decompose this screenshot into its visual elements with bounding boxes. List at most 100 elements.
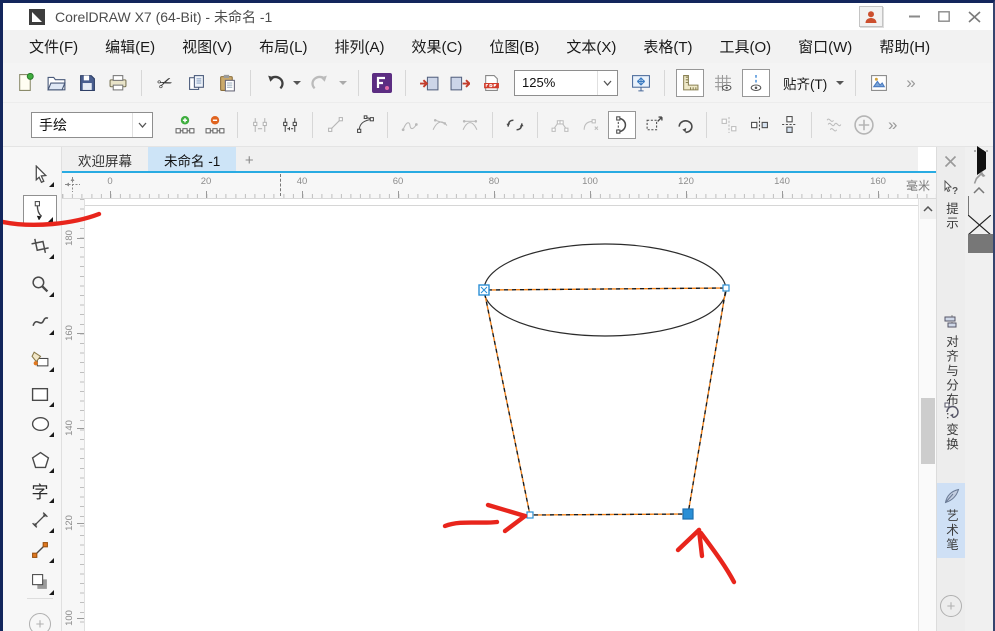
ruler-origin-icon[interactable] <box>65 177 80 192</box>
menu-bitmaps[interactable]: 位图(B) <box>489 36 539 57</box>
connector-tool[interactable] <box>23 535 57 565</box>
shape-tool[interactable] <box>23 195 57 225</box>
tab-welcome-screen[interactable]: 欢迎屏幕 <box>62 147 148 173</box>
open-icon[interactable] <box>44 71 68 95</box>
elastic-mode-icon[interactable] <box>822 113 846 137</box>
select-all-nodes-icon[interactable] <box>852 113 876 137</box>
rectangle-tool[interactable] <box>23 379 57 409</box>
palette-flyout-arrow[interactable] <box>977 146 992 175</box>
preset-combo-caret[interactable] <box>132 113 152 137</box>
menu-effects[interactable]: 效果(C) <box>412 36 463 57</box>
crop-tool[interactable] <box>23 231 57 261</box>
menu-file[interactable]: 文件(F) <box>29 36 78 57</box>
menu-text[interactable]: 文本(X) <box>566 36 616 57</box>
reflect-nodes-horizontal-icon[interactable] <box>747 113 771 137</box>
quick-customize-button[interactable]: + <box>940 595 962 617</box>
curve-preset-combo[interactable]: 手绘 <box>31 112 153 138</box>
menu-tools[interactable]: 工具(O) <box>719 36 771 57</box>
show-rulers-button[interactable] <box>676 69 704 97</box>
minimize-button[interactable] <box>899 6 929 28</box>
scrollbar-thumb[interactable] <box>921 398 935 464</box>
propbar-overflow[interactable]: » <box>888 115 896 135</box>
menu-edit[interactable]: 编辑(E) <box>105 36 155 57</box>
redo-icon[interactable] <box>308 71 332 95</box>
convert-to-curve-icon[interactable] <box>353 113 377 137</box>
tab-untitled-document[interactable]: 未命名 -1 <box>148 147 236 173</box>
paste-icon[interactable] <box>215 71 239 95</box>
node-top-right[interactable] <box>723 285 729 291</box>
redo-dropdown-caret[interactable] <box>339 81 347 89</box>
propbar-separator <box>387 112 388 138</box>
menu-arrange[interactable]: 排列(A) <box>335 36 385 57</box>
node-bottom-right-selected[interactable] <box>683 509 693 519</box>
reverse-direction-icon[interactable] <box>503 113 527 137</box>
symmetric-node-icon[interactable] <box>458 113 482 137</box>
menu-help[interactable]: 帮助(H) <box>879 36 930 57</box>
polygon-tool[interactable] <box>23 445 57 475</box>
freehand-tool[interactable] <box>23 307 57 337</box>
vertical-ruler[interactable]: 180 160 140 120 100 <box>62 199 85 631</box>
new-document-icon[interactable] <box>13 71 37 95</box>
dimension-tool[interactable] <box>23 505 57 535</box>
ellipse-tool[interactable] <box>23 409 57 439</box>
smooth-node-icon[interactable] <box>428 113 452 137</box>
scrollbar-up-arrow[interactable] <box>920 199 936 219</box>
vertical-scrollbar[interactable] <box>918 199 936 631</box>
options-icon[interactable] <box>867 71 891 95</box>
rotate-nodes-icon[interactable] <box>672 113 696 137</box>
import-icon[interactable] <box>417 71 441 95</box>
palette-scroll-up-icon[interactable] <box>973 187 995 194</box>
close-curve-button[interactable] <box>608 111 636 139</box>
reflect-nodes-vertical-icon[interactable] <box>777 113 801 137</box>
delete-node-icon[interactable] <box>203 113 227 137</box>
save-icon[interactable] <box>75 71 99 95</box>
break-nodes-icon[interactable] <box>278 113 302 137</box>
docker-tab-transform[interactable]: 变换 <box>937 397 966 457</box>
drop-shadow-tool[interactable] <box>23 567 57 597</box>
publish-pdf-icon[interactable] <box>479 71 503 95</box>
zoom-level-combo[interactable]: 125% <box>514 70 618 96</box>
account-button[interactable] <box>859 6 883 27</box>
selected-curve[interactable] <box>484 288 726 515</box>
zoom-combo-caret[interactable] <box>597 71 617 95</box>
extract-subpath-icon[interactable] <box>578 113 602 137</box>
add-node-icon[interactable] <box>173 113 197 137</box>
cusp-node-icon[interactable] <box>398 113 422 137</box>
toolbar-overflow[interactable]: » <box>906 73 914 93</box>
cut-icon[interactable]: ✂ <box>150 67 181 98</box>
text-tool[interactable]: 字 <box>23 475 57 505</box>
undo-dropdown-caret[interactable] <box>293 81 301 89</box>
horizontal-ruler[interactable]: 0 20 40 60 80 100 120 140 160 毫米 <box>62 173 936 199</box>
smart-fill-tool[interactable] <box>23 344 57 374</box>
extend-curve-icon[interactable] <box>548 113 572 137</box>
snap-dropdown-caret[interactable] <box>836 81 844 89</box>
docker-tab-hints[interactable]: ? 提示 <box>937 175 966 236</box>
copy-icon[interactable] <box>184 71 208 95</box>
menu-view[interactable]: 视图(V) <box>182 36 232 57</box>
convert-to-line-icon[interactable] <box>323 113 347 137</box>
drawing-canvas[interactable] <box>85 199 918 631</box>
fullscreen-preview-icon[interactable] <box>629 71 653 95</box>
pick-tool[interactable] <box>23 159 57 189</box>
docker-tab-artistic-media[interactable]: 艺术笔 <box>937 483 966 558</box>
menu-table[interactable]: 表格(T) <box>643 36 692 57</box>
join-nodes-icon[interactable] <box>248 113 272 137</box>
print-icon[interactable] <box>106 71 130 95</box>
menu-window[interactable]: 窗口(W) <box>798 36 852 57</box>
align-nodes-icon[interactable] <box>717 113 741 137</box>
undo-icon[interactable] <box>262 71 286 95</box>
node-bottom-left[interactable] <box>527 512 533 518</box>
toolbox-customize-button[interactable]: + <box>23 609 57 631</box>
new-document-tab-button[interactable]: + <box>236 147 262 173</box>
close-button[interactable] <box>959 6 989 28</box>
zoom-tool[interactable] <box>23 269 57 299</box>
stretch-nodes-icon[interactable] <box>642 113 666 137</box>
maximize-button[interactable] <box>929 6 959 28</box>
menu-layout[interactable]: 布局(L) <box>259 36 307 57</box>
app-launcher-icon[interactable] <box>370 71 394 95</box>
docker-close-icon[interactable] <box>944 155 957 168</box>
export-icon[interactable] <box>448 71 472 95</box>
show-grid-icon[interactable] <box>711 71 735 95</box>
snap-dropdown-label[interactable]: 贴齐(T) <box>783 73 827 93</box>
show-guidelines-button[interactable] <box>742 69 770 97</box>
